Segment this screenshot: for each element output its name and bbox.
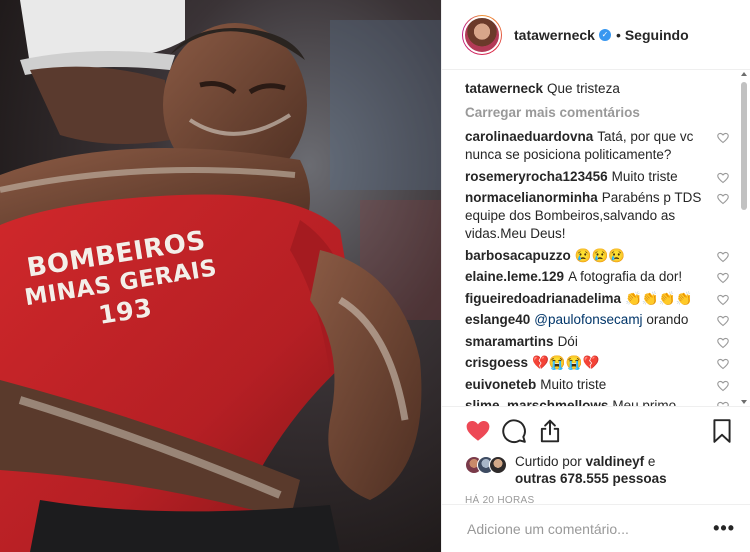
post-header: tatawerneck ✓ • Seguindo — [442, 0, 750, 70]
action-buttons — [465, 415, 735, 447]
caption-text: Que tristeza — [547, 81, 620, 96]
comment-like-heart-icon[interactable] — [717, 250, 729, 262]
scroll-up-arrow-icon[interactable] — [741, 72, 747, 76]
comment-text: orando — [646, 312, 689, 327]
comment-text: Muito triste — [540, 376, 607, 392]
comment-like-heart-icon[interactable] — [717, 293, 729, 305]
comment-item: elaine.leme.129 A fotografia da dor! — [465, 268, 729, 286]
comment-author[interactable]: smaramartins — [465, 334, 554, 349]
comment-author[interactable]: barbosacapuzzo — [465, 248, 571, 263]
comment-author[interactable]: slime_marschmellows — [465, 398, 608, 406]
scrollbar-thumb[interactable] — [741, 82, 747, 210]
comment-item: crisgoess 💔😭😭💔 — [465, 354, 729, 372]
profile-avatar[interactable] — [462, 14, 502, 55]
add-comment-bar: ••• — [442, 504, 750, 552]
comment-author[interactable]: rosemeryrocha123456 — [465, 169, 608, 184]
comments-list[interactable]: tatawerneck Que tristeza Carregar mais co… — [442, 70, 750, 406]
caption: tatawerneck Que tristeza — [465, 80, 729, 98]
comment-item: figueiredoadrianadelima 👏👏👏👏 — [465, 290, 729, 308]
header-separator: • — [615, 26, 621, 43]
comment-like-heart-icon[interactable] — [717, 314, 729, 327]
first-liker-link[interactable]: valdineyf — [586, 454, 645, 469]
comment-author[interactable]: eslange40 — [465, 312, 530, 327]
comment-item: barbosacapuzzo 😢😢😢 — [465, 247, 729, 265]
comment-author[interactable]: crisgoess — [465, 355, 528, 370]
share-icon[interactable] — [537, 418, 563, 444]
comment-rows: carolinaeduardovna Tatá, por que vc nunca… — [465, 128, 729, 406]
comment-bubble-icon[interactable] — [501, 418, 527, 444]
comment-like-heart-icon[interactable] — [717, 357, 729, 370]
instagram-post: BOMBEIROS MINAS GERAIS 193 tatawerneck ✓… — [0, 0, 750, 552]
comment-item: rosemeryrocha123456 Muito triste — [465, 168, 729, 186]
comment-author[interactable]: elaine.leme.129 — [465, 269, 564, 284]
comment-text: 😢😢😢 — [574, 247, 626, 263]
comment-author[interactable]: normacelianorminha — [465, 190, 598, 205]
comment-item: slime_marschmellows Meu primo — [465, 397, 729, 406]
header-username[interactable]: tatawerneck — [514, 27, 595, 43]
comment-text: 💔😭😭💔 — [532, 355, 600, 370]
comment-like-heart-icon[interactable] — [717, 131, 729, 144]
comment-like-heart-icon[interactable] — [717, 336, 729, 348]
post-actions: Curtido por valdineyf e outras 678.555 p… — [442, 406, 750, 506]
comment-text: A fotografia da dor! — [568, 269, 683, 284]
comment-text: Dói — [557, 333, 578, 349]
comment-input[interactable] — [465, 519, 714, 538]
comment-text: 👏👏👏👏 — [625, 290, 693, 306]
post-photo[interactable]: BOMBEIROS MINAS GERAIS 193 — [0, 0, 441, 552]
following-button[interactable]: Seguindo — [625, 27, 689, 43]
comment-author[interactable]: euivoneteb — [465, 377, 536, 392]
comment-like-heart-icon[interactable] — [717, 171, 729, 183]
heart-filled-icon[interactable] — [465, 418, 491, 444]
verified-badge-icon: ✓ — [598, 28, 611, 41]
load-more-comments-button[interactable]: Carregar mais comentários — [465, 104, 729, 122]
comment-item: euivoneteb Muito triste — [465, 376, 729, 394]
avatar-image — [463, 15, 501, 54]
comment-item: smaramartins Dói — [465, 333, 729, 351]
comment-like-heart-icon[interactable] — [717, 271, 729, 284]
comment-author[interactable]: figueiredoadrianadelima — [465, 291, 621, 306]
likes-prefix: Curtido por — [515, 454, 582, 469]
scroll-down-arrow-icon[interactable] — [741, 400, 747, 404]
comment-text: Muito triste — [611, 168, 678, 184]
likes-summary: Curtido por valdineyf e outras 678.555 p… — [465, 453, 735, 487]
caption-author[interactable]: tatawerneck — [465, 81, 543, 96]
liker-avatar — [489, 456, 507, 474]
comment-like-heart-icon[interactable] — [717, 192, 729, 205]
comment-text: Meu primo — [612, 398, 677, 406]
bookmark-icon[interactable] — [709, 418, 735, 444]
likes-text: Curtido por valdineyf e outras 678.555 p… — [515, 453, 667, 487]
post-sidebar: tatawerneck ✓ • Seguindo tatawerneck Que … — [441, 0, 750, 552]
likes-count-link[interactable]: outras 678.555 pessoas — [515, 471, 667, 486]
liker-avatars[interactable] — [465, 456, 507, 476]
comment-item: carolinaeduardovna Tatá, por que vc nunca… — [465, 128, 729, 164]
more-options-icon[interactable]: ••• — [713, 518, 735, 539]
comment-like-heart-icon[interactable] — [717, 379, 729, 391]
comment-author[interactable]: carolinaeduardovna — [465, 129, 593, 144]
likes-conjunction: e — [647, 454, 656, 469]
comment-item: eslange40 @paulofonsecamj orando — [465, 311, 729, 329]
comment-mention[interactable]: @paulofonsecamj — [534, 312, 642, 327]
comments-scrollbar[interactable] — [740, 72, 748, 404]
comment-item: normacelianorminha Parabéns p TDS equipe … — [465, 189, 729, 243]
